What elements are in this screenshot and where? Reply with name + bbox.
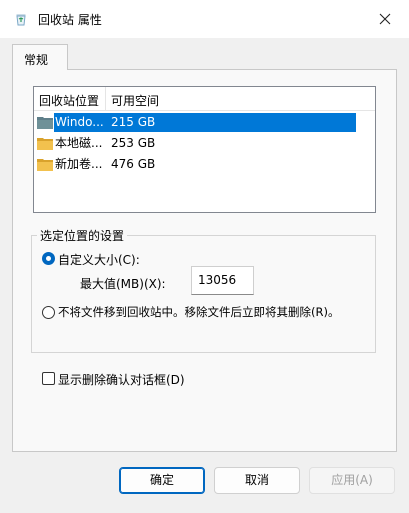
column-header-location[interactable]: 回收站位置 [39, 92, 99, 109]
free-space-value: 215 GB [111, 115, 156, 129]
column-header-free-space[interactable]: 可用空间 [111, 92, 159, 109]
list-item-local-disk[interactable]: 本地磁... 253 GB [34, 133, 375, 154]
apply-button[interactable]: 应用(A) [309, 467, 395, 494]
max-size-value: 13056 [198, 273, 237, 287]
close-icon [379, 13, 391, 25]
max-size-input[interactable]: 13056 [191, 266, 254, 295]
close-button[interactable] [368, 6, 402, 32]
no-recycle-label[interactable]: 不将文件移到回收站中。移除文件后立即将其删除(R)。 [58, 304, 339, 320]
list-item-windows[interactable]: Windo... 215 GB [34, 112, 375, 133]
folder-icon [37, 159, 53, 171]
column-divider[interactable] [105, 87, 106, 111]
list-header: 回收站位置 可用空间 [34, 87, 375, 111]
tab-general[interactable]: 常规 [12, 44, 68, 70]
confirm-delete-checkbox[interactable] [42, 372, 55, 385]
custom-size-label[interactable]: 自定义大小(C): [58, 251, 140, 268]
tab-general-label: 常规 [24, 53, 49, 67]
confirm-delete-label[interactable]: 显示删除确认对话框(D) [58, 371, 185, 388]
list-item-new-volume[interactable]: 新加卷... 476 GB [34, 154, 375, 175]
no-recycle-radio[interactable] [42, 306, 55, 319]
settings-group-title: 选定位置的设置 [37, 227, 128, 244]
location-name: Windo... [54, 113, 105, 132]
max-size-label: 最大值(MB)(X): [80, 277, 166, 291]
folder-icon [37, 138, 53, 150]
free-space-value: 253 GB [111, 136, 156, 150]
window-title: 回收站 属性 [38, 13, 102, 27]
location-name: 本地磁... [55, 136, 103, 150]
cancel-button[interactable]: 取消 [214, 467, 300, 494]
ok-button[interactable]: 确定 [119, 467, 205, 494]
custom-size-radio[interactable] [42, 252, 55, 265]
location-name: 新加卷... [55, 157, 103, 171]
location-list[interactable]: 回收站位置 可用空间 Windo... 215 GB 本地磁... 253 GB… [33, 86, 376, 213]
free-space-value: 476 GB [111, 157, 156, 171]
title-bar: 回收站 属性 [0, 0, 409, 38]
recycle-bin-icon [16, 14, 26, 26]
drive-icon [37, 117, 53, 129]
